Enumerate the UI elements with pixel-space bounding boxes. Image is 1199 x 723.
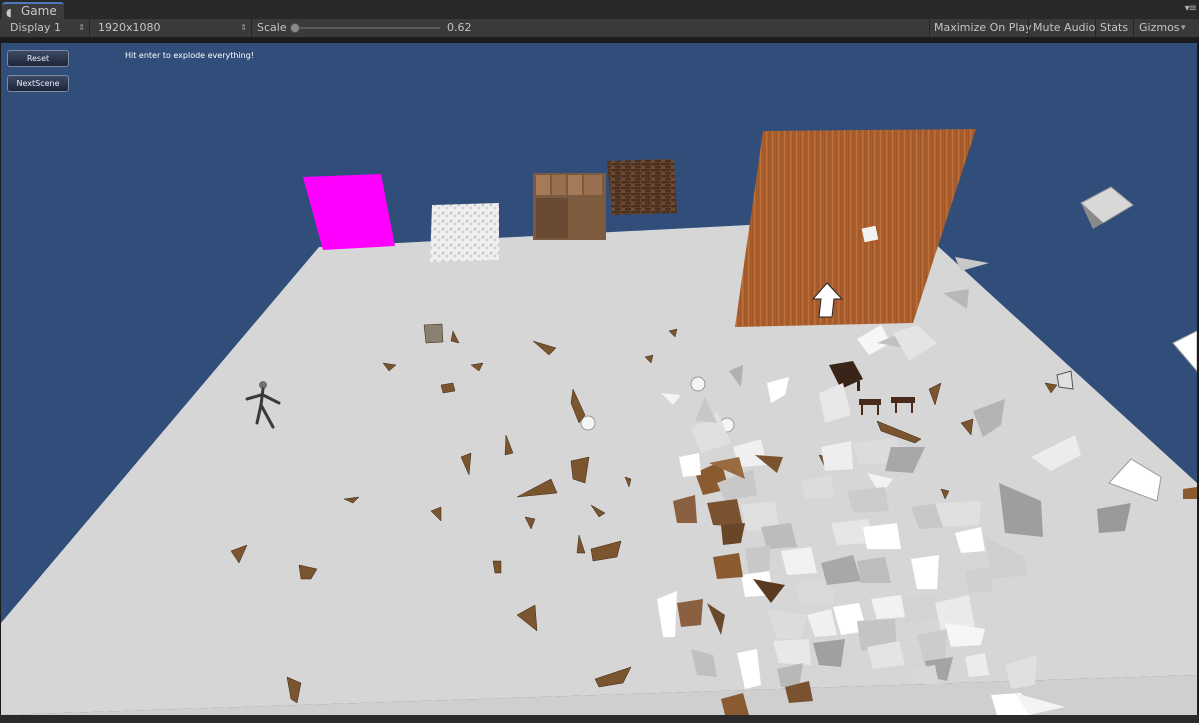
- magenta-panel: [303, 174, 395, 250]
- chevron-down-icon: ⇕: [240, 23, 247, 32]
- resolution-dropdown[interactable]: 1920x1080 ⇕: [90, 19, 252, 37]
- gizmos-dropdown[interactable]: Gizmos: [1139, 19, 1180, 37]
- pacman-icon: ◖: [6, 6, 12, 19]
- brick-panel: [607, 159, 677, 215]
- gizmos-chevron-icon[interactable]: ▾: [1181, 19, 1186, 37]
- mute-audio-toggle[interactable]: Mute Audio: [1033, 19, 1095, 37]
- white-tile-panel: [430, 203, 499, 262]
- scale-label: Scale: [257, 21, 287, 34]
- menu-icon[interactable]: ▾≡: [1185, 3, 1197, 15]
- game-toolbar: Display 1 ⇕ 1920x1080 ⇕ Scale 0.62 Maxim…: [0, 19, 1199, 38]
- scale-value: 0.62: [447, 21, 472, 34]
- gizmos-label: Gizmos: [1139, 21, 1180, 34]
- display-value: Display 1: [10, 21, 62, 34]
- tab-game[interactable]: ◖ Game: [2, 2, 64, 19]
- tab-label: Game: [21, 4, 57, 18]
- stats-toggle[interactable]: Stats: [1100, 19, 1128, 37]
- next-scene-button[interactable]: NextScene: [7, 75, 69, 92]
- maximize-on-play-toggle[interactable]: Maximize On Play: [934, 19, 1032, 37]
- resolution-value: 1920x1080: [98, 21, 161, 34]
- chevron-down-icon: ⇕: [78, 23, 85, 32]
- tab-bar: ◖ Game ▾≡: [0, 0, 1199, 20]
- scale-slider-track[interactable]: [296, 27, 440, 29]
- scale-slider-thumb[interactable]: [290, 23, 300, 33]
- scene-render: [1, 129, 1197, 715]
- floor-plane: [1, 217, 1197, 715]
- bottom-border: [0, 715, 1199, 723]
- game-viewport[interactable]: Reset NextScene Hit enter to explode eve…: [1, 43, 1197, 715]
- hint-text: Hit enter to explode everything!: [125, 51, 255, 60]
- display-dropdown[interactable]: Display 1 ⇕: [0, 19, 90, 37]
- reset-button[interactable]: Reset: [7, 50, 69, 67]
- crates-panel: [533, 173, 606, 240]
